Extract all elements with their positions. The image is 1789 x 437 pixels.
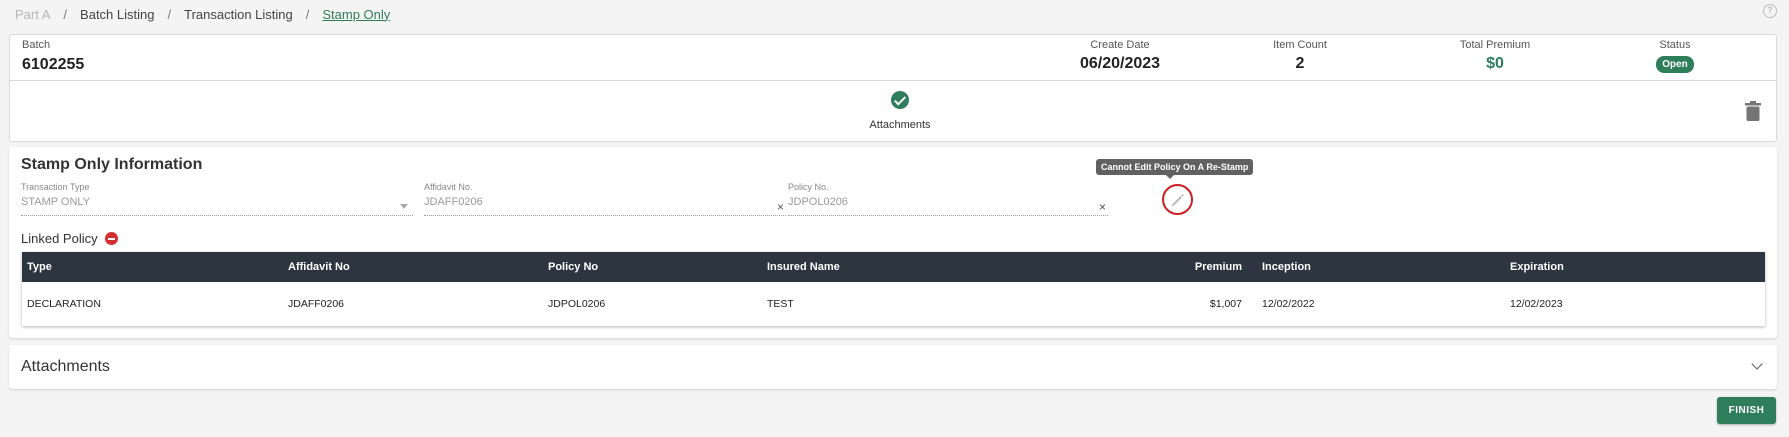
total-premium-label: Total Premium [1459, 39, 1531, 51]
linked-policy-table: Type Affidavit No Policy No Insured Name… [22, 252, 1765, 326]
create-date-value: 06/20/2023 [1079, 55, 1161, 72]
breadcrumb-stamp-only[interactable]: Stamp Only [322, 7, 390, 22]
cell-type: DECLARATION [27, 298, 101, 310]
table-header: Type Affidavit No Policy No Insured Name… [22, 252, 1765, 282]
column-header-expiration[interactable]: Expiration [1510, 252, 1564, 282]
clear-icon[interactable]: × [1099, 200, 1106, 214]
pencil-icon [1172, 194, 1184, 206]
chevron-down-icon[interactable] [1751, 358, 1763, 370]
linked-policy-header: Linked Policy [21, 231, 118, 246]
status-field: Status Open [1645, 35, 1705, 81]
total-premium-field: Total Premium $0 [1440, 35, 1550, 81]
batch-summary-card: Batch 6102255 Create Date 06/20/2023 Ite… [9, 34, 1777, 142]
status-label: Status [1659, 39, 1691, 51]
total-premium-value: $0 [1486, 55, 1504, 72]
transaction-type-select[interactable]: Transaction Type STAMP ONLY [21, 182, 413, 216]
trash-icon[interactable] [1745, 101, 1761, 121]
attachments-step[interactable]: Attachments [850, 91, 950, 131]
affidavit-no-value: JDAFF0206 [424, 196, 483, 208]
item-count-value: 2 [1295, 55, 1305, 72]
linked-policy-label: Linked Policy [21, 231, 98, 246]
cell-affidavit-no: JDAFF0206 [288, 298, 345, 310]
batch-number: 6102255 [22, 56, 85, 73]
transaction-type-value: STAMP ONLY [21, 196, 91, 208]
breadcrumb-separator: / [167, 6, 172, 22]
edit-policy-tooltip: Cannot Edit Policy On A Re-Stamp [1096, 159, 1254, 179]
column-header-inception[interactable]: Inception [1262, 252, 1311, 282]
cell-policy-no: JDPOL0206 [548, 298, 606, 310]
stamp-only-title: Stamp Only Information [21, 156, 203, 173]
policy-no-label: Policy No. [788, 182, 829, 192]
breadcrumb: Part A / Batch Listing / Transaction Lis… [15, 6, 390, 22]
transaction-type-label: Transaction Type [21, 182, 90, 192]
breadcrumb-transaction-listing[interactable]: Transaction Listing [184, 7, 293, 22]
finish-button[interactable]: FINISH [1717, 397, 1776, 424]
remove-linked-policy-icon[interactable] [104, 232, 118, 245]
column-header-insured-name[interactable]: Insured Name [767, 252, 840, 282]
dropdown-arrow-icon [400, 204, 408, 209]
cell-inception: 12/02/2022 [1262, 298, 1315, 310]
attachments-panel[interactable]: Attachments [9, 345, 1777, 389]
table-row[interactable]: DECLARATION JDAFF0206 JDPOL0206 TEST $1,… [22, 282, 1765, 326]
clear-icon[interactable]: × [777, 200, 784, 214]
column-header-policy-no[interactable]: Policy No [548, 252, 598, 282]
column-header-premium[interactable]: Premium [1062, 252, 1242, 282]
breadcrumb-separator: / [305, 6, 310, 22]
affidavit-no-field[interactable]: Affidavit No. JDAFF0206 × [424, 182, 786, 216]
breadcrumb-part-a[interactable]: Part A [15, 7, 50, 22]
item-count-label: Item Count [1273, 39, 1327, 51]
column-header-affidavit-no[interactable]: Affidavit No [288, 252, 350, 282]
stamp-only-card: Stamp Only Information Transaction Type … [9, 147, 1777, 338]
cell-expiration: 12/02/2023 [1510, 298, 1563, 310]
attachments-panel-title: Attachments [21, 358, 110, 375]
policy-no-field[interactable]: Policy No. JDPOL0206 × [788, 182, 1108, 216]
help-icon[interactable]: ? [1763, 4, 1777, 18]
status-badge: Open [1656, 56, 1694, 73]
item-count-field: Item Count 2 [1260, 35, 1340, 81]
column-header-type[interactable]: Type [27, 252, 52, 282]
cell-insured-name: TEST [767, 298, 794, 310]
batch-summary-header: Batch 6102255 Create Date 06/20/2023 Ite… [10, 35, 1776, 81]
edit-policy-button[interactable] [1162, 184, 1193, 215]
check-circle-icon [891, 91, 909, 109]
attachments-step-label: Attachments [869, 119, 931, 131]
policy-no-value: JDPOL0206 [788, 196, 848, 208]
cell-premium: $1,007 [1209, 298, 1242, 310]
create-date-label: Create Date [1090, 39, 1150, 51]
batch-label: Batch [22, 39, 51, 51]
breadcrumb-batch-listing[interactable]: Batch Listing [80, 7, 154, 22]
breadcrumb-separator: / [63, 6, 68, 22]
create-date-field: Create Date 06/20/2023 [1050, 35, 1190, 81]
affidavit-no-label: Affidavit No. [424, 182, 473, 192]
